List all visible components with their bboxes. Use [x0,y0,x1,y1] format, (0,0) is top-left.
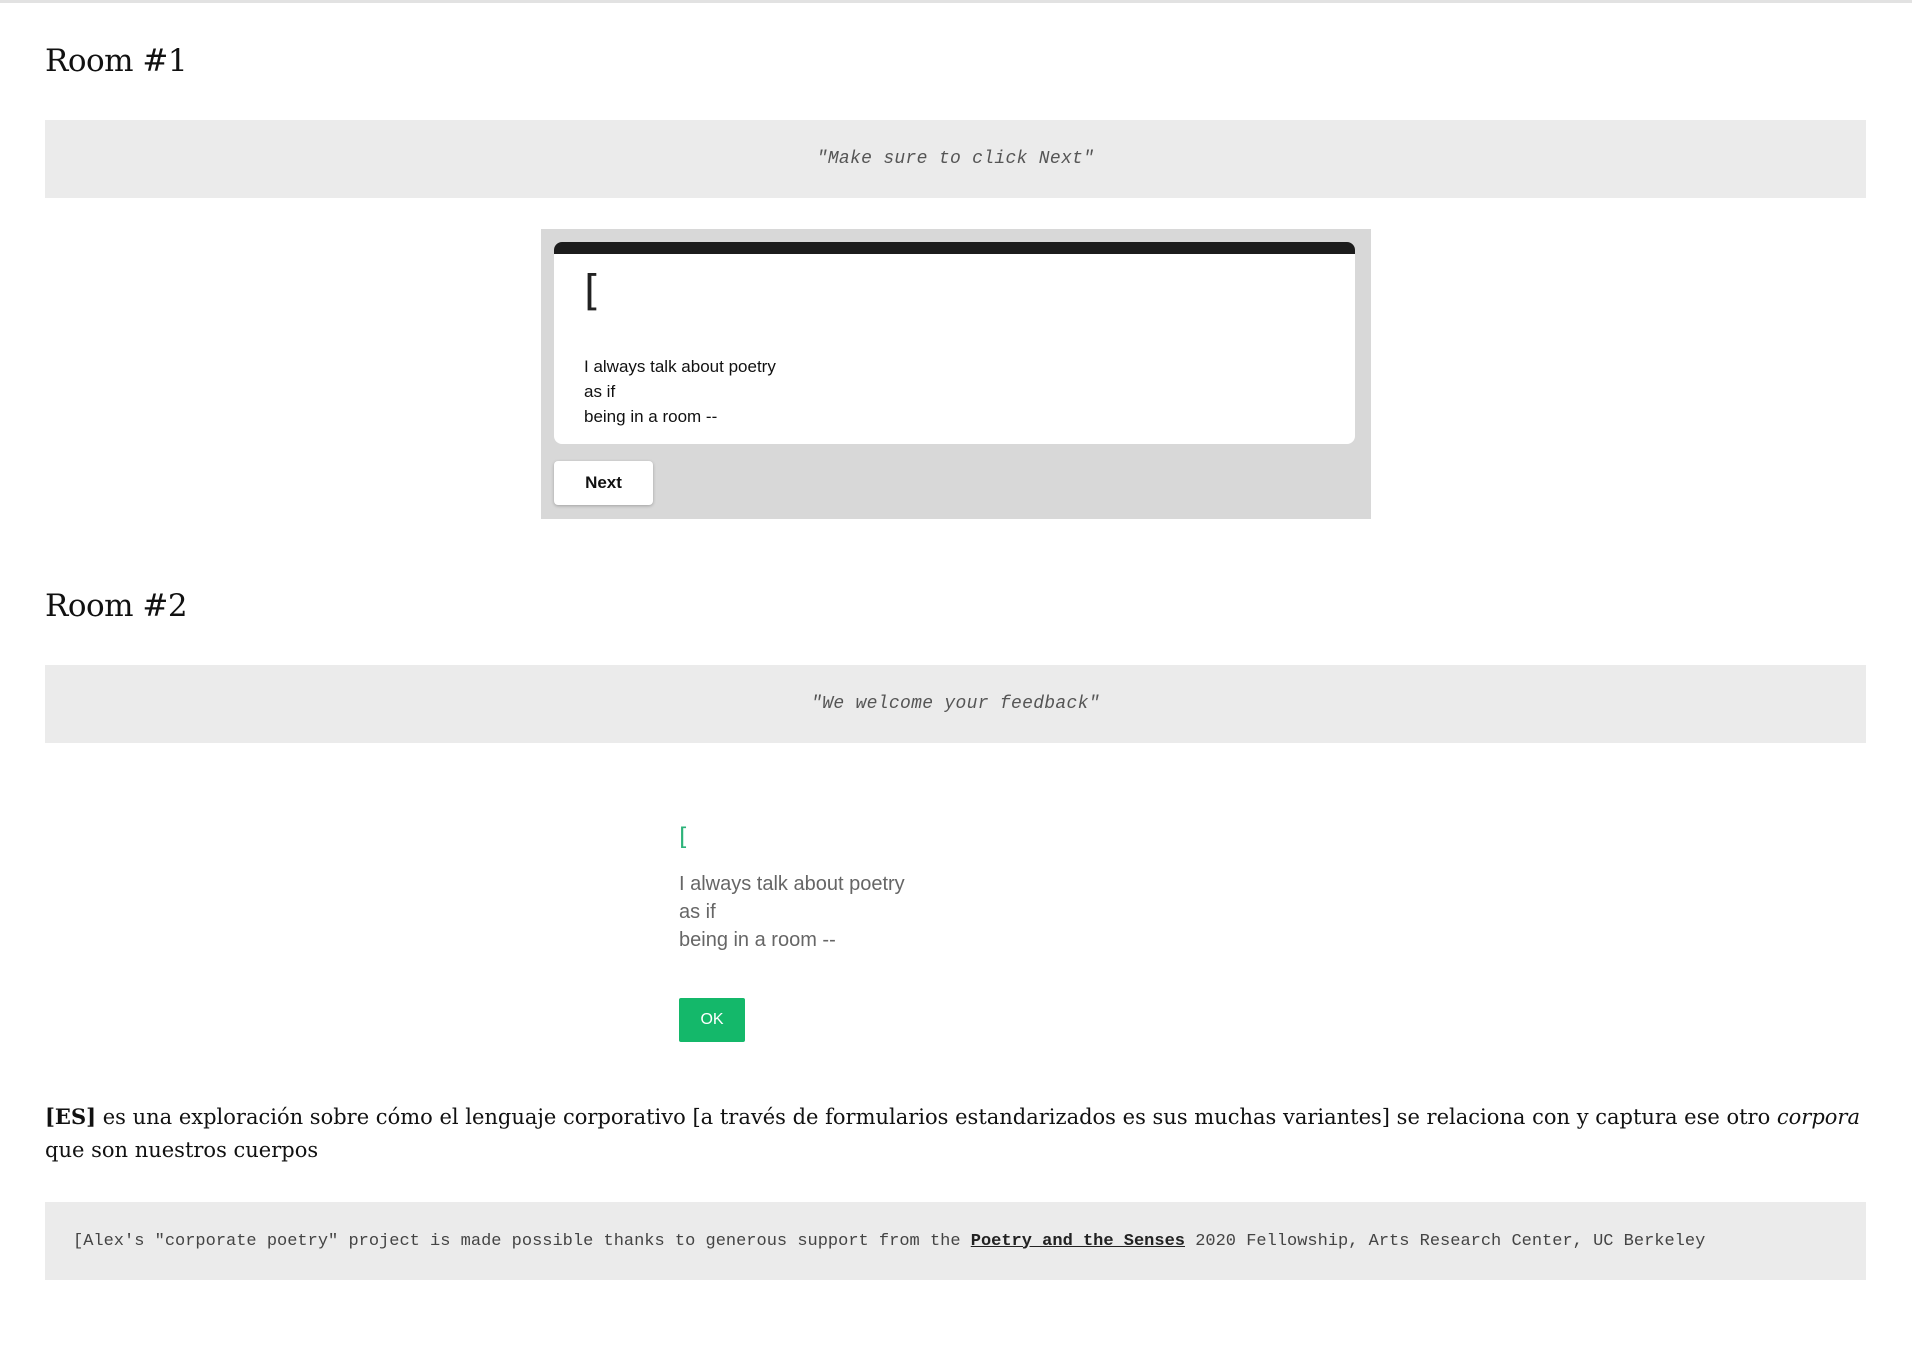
top-divider [0,0,1912,3]
room-1-poem-line: being in a room -- [584,407,718,426]
room-1-bracket: [ [584,266,601,315]
room-1-poem-line: I always talk about poetry [584,357,776,376]
room-2-bracket: [ [679,823,689,851]
credit-box: [Alex's "corporate poetry" project is ma… [45,1202,1866,1280]
room-1-quote: "Make sure to click Next" [816,149,1095,169]
credit-prefix: [Alex's "corporate poetry" project is ma… [73,1231,971,1251]
description-text-end: que son nuestros cuerpos [45,1138,319,1162]
room-2-quote-box: "We welcome your feedback" [45,665,1866,743]
room-2-quote: "We welcome your feedback" [811,694,1100,714]
room-2-poem-line: I always talk about poetry [679,873,905,895]
project-description: [ES] es una exploración sobre cómo el le… [45,1100,1866,1167]
credit-suffix: 2020 Fellowship, Arts Research Center, U… [1185,1231,1706,1251]
description-text: es una exploración sobre cómo el lenguaj… [96,1105,1777,1129]
room-1-quote-box: "Make sure to click Next" [45,120,1866,198]
fellowship-link[interactable]: Poetry and the Senses [971,1232,1185,1251]
description-emphasis: corpora [1776,1105,1860,1129]
room-2-poem-line: being in a room -- [679,929,836,951]
room-1-title: Room #1 [45,43,188,79]
room-2-form-widget: [ I always talk about poetry as if being… [679,825,1079,1045]
room-1-form-card: [ I always talk about poetry as if being… [554,242,1355,444]
next-button[interactable]: Next [554,461,653,505]
room-2-poem-line: as if [679,901,716,923]
ok-button[interactable]: OK [679,998,745,1042]
room-1-card-header-bar [554,242,1355,254]
room-1-poem: I always talk about poetry as if being i… [584,354,776,429]
room-2-poem: I always talk about poetry as if being i… [679,870,905,954]
room-1-form-widget: [ I always talk about poetry as if being… [541,229,1371,519]
language-tag: [ES] [45,1104,97,1129]
room-2-title: Room #2 [45,588,188,624]
room-1-poem-line: as if [584,382,616,401]
credit-text: [Alex's "corporate poetry" project is ma… [45,1232,1705,1251]
